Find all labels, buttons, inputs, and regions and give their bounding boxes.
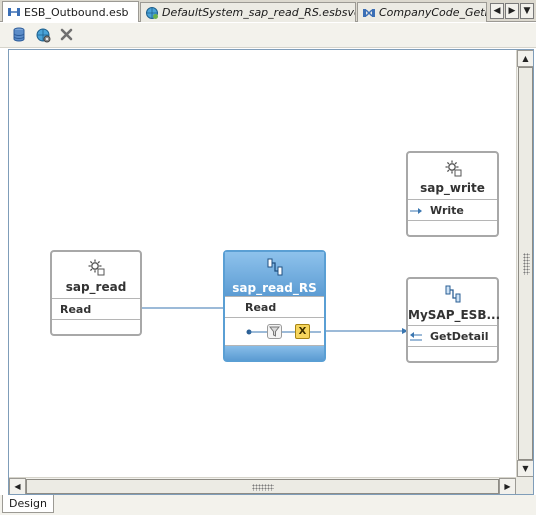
reply-arrow-icon	[410, 332, 422, 341]
chevron-right-icon: ▶	[504, 482, 511, 491]
globe-gear-button[interactable]	[34, 28, 51, 44]
gear-icon	[52, 258, 140, 279]
grip-icon	[251, 483, 274, 491]
operation-label: Write	[430, 204, 464, 217]
node-sap-read-rs[interactable]: sap_read_RS Read X	[223, 250, 326, 362]
tab-default-system-service[interactable]: DefaultSystem_sap_read_RS.esbsvc	[140, 2, 356, 22]
operation-label: GetDetail	[430, 330, 489, 343]
inbound-arrow-icon	[410, 208, 422, 214]
tab-scroll-right-button[interactable]: ▶	[505, 3, 519, 19]
node-sap-read[interactable]: sap_read Read	[50, 250, 142, 336]
delete-icon	[60, 28, 73, 44]
operation-write[interactable]: Write	[408, 199, 497, 221]
operation-label: Read	[60, 303, 92, 316]
tab-list-button[interactable]: ▼	[520, 3, 534, 19]
tab-design[interactable]: Design	[2, 495, 54, 513]
chevron-down-icon: ▼	[523, 6, 531, 16]
database-button[interactable]	[10, 27, 27, 45]
routing-rule[interactable]: X	[225, 318, 324, 346]
design-canvas-frame: sap_read Read sap_read_RS Read X sap_wri…	[8, 49, 534, 495]
chevron-right-icon: ▶	[508, 6, 516, 16]
gear-icon	[408, 159, 497, 180]
scrollbar-corner	[516, 477, 533, 494]
chevron-up-icon: ▲	[522, 54, 529, 63]
tab-label: ESB_Outbound.esb	[24, 5, 129, 19]
chevron-left-icon: ◀	[14, 482, 21, 491]
editor-mode-tabs: Design	[0, 495, 536, 515]
esb-diagram-icon	[7, 5, 21, 19]
vertical-scrollbar[interactable]: ▲ ▼	[516, 50, 533, 477]
design-canvas[interactable]: sap_read Read sap_read_RS Read X sap_wri…	[9, 50, 516, 477]
chevron-left-icon: ◀	[493, 6, 501, 16]
node-title: sap_read_RS	[232, 281, 317, 295]
node-mysap-esb[interactable]: MySAP_ESB... GetDetail	[406, 277, 501, 363]
operation-label: Read	[245, 301, 277, 314]
node-sap-write[interactable]: sap_write Write	[406, 151, 499, 237]
routing-service-icon	[225, 257, 324, 280]
node-title: sap_read	[65, 280, 127, 294]
esb-diagram-icon	[362, 6, 376, 20]
transform-icon[interactable]: X	[295, 324, 310, 339]
tab-scroll-left-button[interactable]: ◀	[490, 3, 504, 19]
node-footer-background	[225, 344, 324, 360]
vertical-scroll-thumb[interactable]	[518, 67, 533, 460]
operation-read[interactable]: Read	[225, 296, 324, 318]
node-title: sap_write	[420, 181, 485, 195]
node-title: MySAP_ESB...	[408, 308, 501, 322]
scroll-right-button[interactable]: ▶	[499, 478, 516, 494]
database-icon	[13, 27, 25, 45]
tab-esb-outbound[interactable]: ESB_Outbound.esb	[2, 1, 139, 22]
horizontal-scrollbar[interactable]: ◀ ▶	[9, 477, 516, 494]
tab-company-code[interactable]: CompanyCode_GetDe	[357, 2, 487, 22]
horizontal-scroll-thumb[interactable]	[26, 479, 499, 494]
tab-label: CompanyCode_GetDe	[379, 6, 486, 19]
tab-label: DefaultSystem_sap_read_RS.esbsvc	[162, 6, 356, 19]
delete-button[interactable]	[58, 28, 75, 44]
scroll-up-button[interactable]: ▲	[517, 50, 533, 67]
globe-service-icon	[145, 6, 159, 20]
grip-icon	[522, 252, 530, 275]
operation-read[interactable]: Read	[52, 298, 140, 320]
operation-get-detail[interactable]: GetDetail	[408, 325, 497, 347]
globe-gear-icon	[35, 27, 51, 46]
filter-icon[interactable]	[267, 324, 282, 339]
scroll-left-button[interactable]: ◀	[9, 478, 26, 494]
chevron-down-icon: ▼	[522, 464, 529, 473]
diagram-toolbar	[0, 23, 536, 48]
routing-service-icon	[408, 284, 497, 307]
scroll-down-button[interactable]: ▼	[517, 460, 533, 477]
editor-tab-bar: ESB_Outbound.esb DefaultSystem_sap_read_…	[0, 0, 536, 22]
